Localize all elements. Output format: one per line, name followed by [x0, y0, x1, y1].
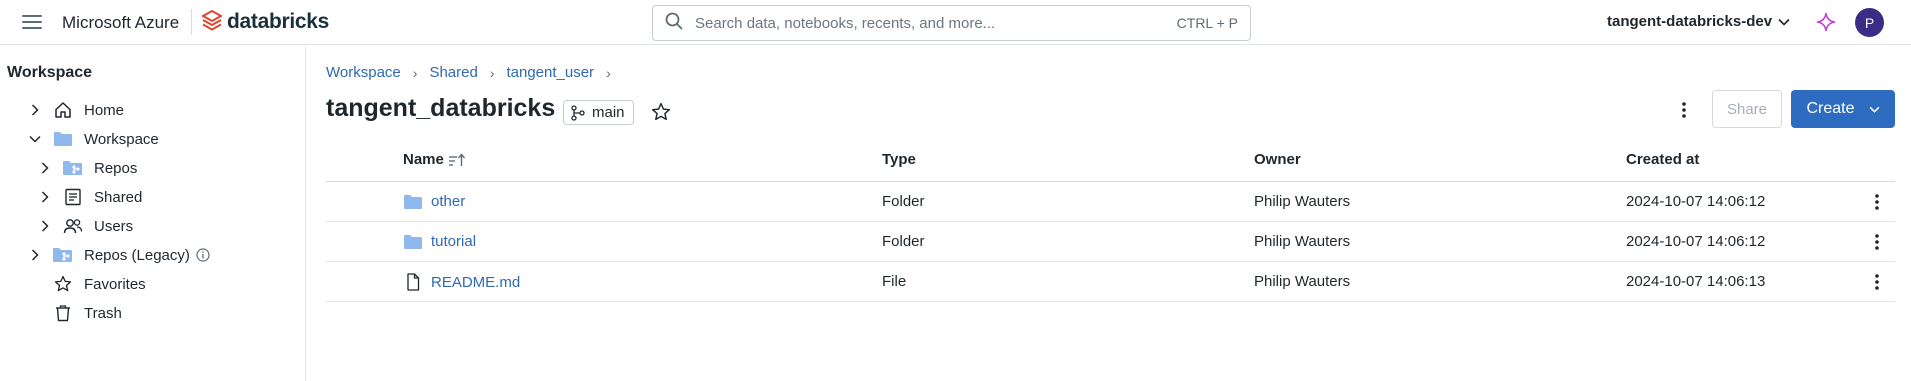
sidebar-title: Workspace: [7, 64, 93, 81]
search-input[interactable]: Search data, notebooks, recents, and mor…: [652, 5, 1251, 41]
azure-brand-label: Microsoft Azure: [62, 13, 180, 32]
git-branch-icon: [570, 104, 586, 121]
sidebar-item-label: Trash: [84, 304, 122, 322]
chevron-down-icon[interactable]: [28, 132, 42, 146]
workspace-name: tangent-databricks-dev: [1607, 13, 1773, 30]
row-more-options-icon[interactable]: [1867, 230, 1887, 254]
branch-selector[interactable]: main: [563, 100, 634, 125]
sidebar-item-label: Users: [94, 217, 134, 235]
info-icon[interactable]: [196, 248, 210, 262]
chevron-right-icon[interactable]: [38, 190, 52, 204]
chevron-right-icon: ›: [489, 64, 495, 81]
chevron-down-icon: [1869, 106, 1880, 113]
column-header-name[interactable]: Name: [403, 151, 466, 168]
chevron-down-icon: [1778, 13, 1790, 30]
sidebar-item-label: Favorites: [84, 275, 146, 293]
chevron-right-icon: ›: [606, 64, 611, 81]
file-icon: [403, 273, 423, 291]
item-created-at: 2024-10-07 14:06:12: [1626, 193, 1766, 210]
sidebar-item-label: Repos: [94, 159, 138, 177]
trash-icon: [52, 303, 74, 323]
chevron-right-icon[interactable]: [38, 219, 52, 233]
breadcrumb: Workspace › Shared › tangent_user ›: [326, 64, 623, 81]
create-button[interactable]: Create: [1791, 90, 1895, 128]
table-row[interactable]: tutorial Folder Philip Wauters 2024-10-0…: [326, 222, 1895, 262]
table-row[interactable]: README.md File Philip Wauters 2024-10-07…: [326, 262, 1895, 302]
folder-icon: [403, 194, 423, 210]
table-header: Name Type Owner Created at: [326, 144, 1895, 182]
home-icon: [52, 100, 74, 120]
assistant-sparkle-icon[interactable]: [1816, 12, 1836, 37]
caret-spacer: [28, 306, 42, 320]
column-header-type[interactable]: Type: [882, 151, 916, 168]
sidebar-item-users[interactable]: Users: [38, 213, 133, 239]
sidebar-item-home[interactable]: Home: [28, 97, 124, 123]
file-table: Name Type Owner Created at other Folder …: [326, 144, 1895, 302]
databricks-brand-label: databricks: [227, 10, 330, 33]
brand-divider: [191, 9, 192, 35]
column-header-created[interactable]: Created at: [1626, 151, 1699, 168]
row-more-options-icon[interactable]: [1867, 190, 1887, 214]
item-created-at: 2024-10-07 14:06:13: [1626, 273, 1766, 290]
item-name-link[interactable]: tutorial: [431, 233, 476, 250]
more-options-icon[interactable]: [1674, 98, 1694, 122]
sidebar-item-trash[interactable]: Trash: [28, 300, 122, 326]
search-shortcut: CTRL + P: [1176, 15, 1238, 31]
menu-icon[interactable]: [22, 13, 42, 31]
folder-icon: [52, 129, 74, 149]
item-name-link[interactable]: README.md: [431, 274, 520, 291]
breadcrumb-shared[interactable]: Shared: [429, 64, 477, 81]
item-type: File: [882, 273, 907, 290]
search-placeholder: Search data, notebooks, recents, and mor…: [695, 14, 996, 32]
sidebar-item-workspace[interactable]: Workspace: [28, 126, 159, 152]
repo-folder-icon: [62, 158, 84, 178]
workspace-selector[interactable]: tangent-databricks-dev: [1607, 13, 1790, 30]
databricks-logo-icon: [200, 9, 224, 37]
repo-folder-icon: [52, 245, 74, 265]
row-more-options-icon[interactable]: [1867, 270, 1887, 294]
users-icon: [62, 216, 84, 236]
search-icon: [665, 12, 683, 35]
column-label: Name: [403, 151, 444, 168]
item-type: Folder: [882, 193, 925, 210]
chevron-right-icon: ›: [412, 64, 418, 81]
item-created-at: 2024-10-07 14:06:12: [1626, 233, 1766, 250]
item-owner: Philip Wauters: [1254, 193, 1351, 210]
sidebar-item-favorites[interactable]: Favorites: [28, 271, 146, 297]
page-title: tangent_databricks: [326, 94, 556, 122]
workspace-sidebar: Workspace Home Workspace Repos Shared Us…: [0, 46, 306, 381]
breadcrumb-tangent-user[interactable]: tangent_user: [506, 64, 594, 81]
sidebar-item-label: Shared: [94, 188, 143, 206]
folder-icon: [403, 234, 423, 250]
sidebar-item-repos-legacy[interactable]: Repos (Legacy): [28, 242, 210, 268]
item-name-link[interactable]: other: [431, 193, 465, 210]
chevron-right-icon[interactable]: [28, 103, 42, 117]
breadcrumb-workspace[interactable]: Workspace: [326, 64, 401, 81]
item-owner: Philip Wauters: [1254, 273, 1351, 290]
shared-icon: [62, 187, 84, 207]
column-header-owner[interactable]: Owner: [1254, 151, 1301, 168]
chevron-right-icon[interactable]: [28, 248, 42, 262]
item-type: Folder: [882, 233, 925, 250]
sidebar-item-shared[interactable]: Shared: [38, 184, 142, 210]
table-row[interactable]: other Folder Philip Wauters 2024-10-07 1…: [326, 182, 1895, 222]
share-button[interactable]: Share: [1712, 90, 1782, 128]
star-icon: [52, 274, 74, 294]
item-owner: Philip Wauters: [1254, 233, 1351, 250]
caret-spacer: [28, 277, 42, 291]
sidebar-item-label: Home: [84, 101, 125, 119]
favorite-star-icon[interactable]: [651, 102, 671, 127]
branch-name: main: [592, 104, 625, 121]
top-bar: Microsoft Azure databricks Search data, …: [0, 0, 1911, 45]
user-avatar[interactable]: P: [1855, 8, 1884, 37]
chevron-right-icon[interactable]: [38, 161, 52, 175]
create-button-label: Create: [1806, 100, 1855, 117]
sort-ascending-icon[interactable]: [448, 152, 466, 168]
sidebar-item-label: Repos (Legacy): [84, 246, 190, 264]
sidebar-item-label: Workspace: [84, 130, 159, 148]
sidebar-item-repos[interactable]: Repos: [38, 155, 137, 181]
